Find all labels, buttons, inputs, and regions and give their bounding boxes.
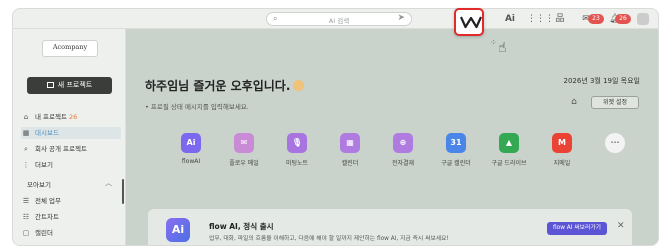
sidebar-item-label: 대시보드 bbox=[35, 129, 59, 137]
app-label: 플로우 메일 bbox=[229, 160, 259, 167]
app-shortcuts: Ai flowAI ✉ 플로우 메일 🎙 미팅노트 ▦ 캘린더 ⊕ 전자결재 31 구글 캘… bbox=[166, 133, 626, 173]
app-meeting-note[interactable]: 🎙 미팅노트 bbox=[272, 133, 322, 167]
flowai-icon: Ai bbox=[181, 133, 201, 153]
apps-grid-icon[interactable]: ⋮⋮⋮ bbox=[527, 12, 554, 26]
greeting-text: 하주임님 즐거운 오후입니다. bbox=[145, 79, 291, 93]
more-vertical-icon: ⋮ bbox=[22, 161, 30, 169]
app-google-drive[interactable]: ▲ 구글 드라이브 bbox=[484, 133, 534, 167]
bell-badge: 26 bbox=[615, 14, 631, 24]
sidebar-item-calendar[interactable]: ▢ 캘린더 bbox=[21, 227, 121, 239]
app-label: 구글 드라이브 bbox=[491, 160, 527, 167]
mail-badge: 23 bbox=[588, 14, 604, 24]
avatar[interactable] bbox=[637, 13, 649, 25]
project-count: 26 bbox=[68, 113, 78, 121]
app-label: flowAI bbox=[181, 158, 201, 165]
widget-settings-button[interactable]: 위젯 설정 bbox=[591, 96, 639, 109]
google-drive-icon: ▲ bbox=[499, 133, 519, 153]
approval-icon: ⊕ bbox=[393, 133, 413, 153]
status-placeholder: 프로필 상태 메시지를 입력해보세요. bbox=[150, 103, 249, 111]
sidebar-item-dashboard[interactable]: ▦ 대시보드 bbox=[21, 127, 121, 139]
app-label: 구글 캘린더 bbox=[441, 160, 471, 167]
flow-ai-banner: Ai flow AI, 정식 출시 업무, 대화, 파일의 흐름을 이해하고, … bbox=[148, 209, 632, 245]
w-logo-icon bbox=[460, 16, 482, 29]
w-logo-button[interactable] bbox=[454, 8, 484, 36]
banner-description: 업무, 대화, 파일의 흐름을 이해하고, 다음에 해야 할 일까지 제안하는 … bbox=[209, 236, 449, 242]
app-flowai[interactable]: Ai flowAI bbox=[166, 133, 216, 165]
section-title: 모아보기 bbox=[27, 181, 51, 189]
app-google-calendar[interactable]: 31 구글 캘린더 bbox=[431, 133, 481, 167]
sidebar-item-label: 전체 업무 bbox=[35, 197, 61, 205]
search-icon: ⌕ bbox=[24, 145, 28, 153]
search-input[interactable]: ⌕ AI 검색 ➤ bbox=[266, 12, 412, 26]
app-label: 미팅노트 bbox=[285, 160, 309, 167]
app-label: 전자결재 bbox=[391, 160, 415, 167]
status-message[interactable]: • 프로필 상태 메시지를 입력해보세요. bbox=[145, 101, 249, 111]
sidebar-item-more[interactable]: ⋮ 더보기 bbox=[21, 159, 121, 171]
sidebar-item-label: 내 프로젝트 bbox=[35, 113, 67, 121]
sidebar-item-my-projects[interactable]: ⌂ 내 프로젝트 26 bbox=[21, 111, 121, 123]
date-label: 2026년 3월 19일 목요일 bbox=[563, 77, 641, 85]
google-calendar-icon: 31 bbox=[446, 133, 466, 153]
widget-settings-label: 위젯 설정 bbox=[603, 99, 627, 106]
greeting-heading: 하주임님 즐거운 오후입니다. bbox=[145, 77, 305, 94]
sidebar-item-label: 캘린더 bbox=[35, 229, 53, 237]
sidebar-item-all-tasks[interactable]: ☰ 전체 업무 bbox=[21, 195, 121, 207]
new-project-icon bbox=[46, 82, 54, 88]
calendar-icon: ▦ bbox=[340, 133, 360, 153]
app-e-approval[interactable]: ⊕ 전자결재 bbox=[378, 133, 428, 167]
chevron-up-icon[interactable]: ︿ bbox=[105, 178, 112, 188]
gantt-icon: ☷ bbox=[22, 213, 30, 221]
dashboard-icon: ▦ bbox=[22, 129, 30, 137]
search-placeholder: AI 검색 bbox=[328, 17, 350, 25]
more-horizontal-icon: ··· bbox=[605, 133, 625, 153]
app-calendar[interactable]: ▦ 캘린더 bbox=[325, 133, 375, 167]
sidebar-scrollbar[interactable] bbox=[122, 179, 124, 204]
close-icon[interactable]: ✕ bbox=[617, 221, 625, 231]
main-content: 하주임님 즐거운 오후입니다. • 프로필 상태 메시지를 입력해보세요. 20… bbox=[126, 29, 658, 245]
new-project-label: 새 프로젝트 bbox=[57, 81, 93, 89]
sidebar-item-gantt[interactable]: ☷ 간트차트 bbox=[21, 211, 121, 223]
new-project-button[interactable]: 새 프로젝트 bbox=[27, 77, 112, 94]
smile-emoji-icon bbox=[293, 80, 305, 91]
try-flow-ai-button[interactable]: flow AI 써보러가기 bbox=[547, 222, 607, 235]
mail-icon: ✉ bbox=[234, 133, 254, 153]
flow-ai-logo-icon: Ai bbox=[166, 218, 190, 242]
sidebar-item-label: 더보기 bbox=[35, 161, 53, 169]
company-logo[interactable]: Acompany bbox=[42, 40, 98, 57]
home-icon[interactable]: ⌂ bbox=[567, 96, 581, 108]
gmail-icon: M bbox=[552, 133, 572, 153]
sidebar-item-label: 회사 공개 프로젝트 bbox=[35, 145, 87, 153]
hand-cursor-icon: ☝︎ bbox=[498, 40, 507, 56]
calendar-icon: ▢ bbox=[22, 229, 30, 237]
sidebar: Acompany 새 프로젝트 ⌂ 내 프로젝트 26 ▦ 대시보드 ⌕ 회사 공개 프… bbox=[13, 29, 126, 245]
org-chart-icon[interactable]: 品 bbox=[553, 12, 567, 26]
click-spark-icon: ⁘ bbox=[490, 38, 497, 47]
microphone-icon: 🎙 bbox=[287, 133, 307, 153]
home-icon: ⌂ bbox=[23, 113, 29, 121]
top-bar: ⌕ AI 검색 ➤ Ai ⋮⋮⋮ 品 ✉ 23 🔔︎ 26 bbox=[13, 9, 658, 29]
app-label: 지메일 bbox=[553, 160, 571, 167]
sidebar-item-public-projects[interactable]: ⌕ 회사 공개 프로젝트 bbox=[21, 143, 121, 155]
app-more[interactable]: ··· bbox=[590, 133, 640, 158]
app-flow-mail[interactable]: ✉ 플로우 메일 bbox=[219, 133, 269, 167]
app-window: ⌕ AI 검색 ➤ Ai ⋮⋮⋮ 品 ✉ 23 🔔︎ 26 Acompany 새… bbox=[12, 8, 659, 246]
app-gmail[interactable]: M 지메일 bbox=[537, 133, 587, 167]
ai-icon[interactable]: Ai bbox=[503, 12, 517, 26]
logo-name: Acompany bbox=[52, 43, 88, 51]
send-icon[interactable]: ➤ bbox=[397, 13, 405, 23]
banner-title: flow AI, 정식 출시 bbox=[209, 222, 274, 231]
app-label: 캘린더 bbox=[341, 160, 359, 167]
sidebar-item-label: 간트차트 bbox=[35, 213, 59, 221]
list-icon: ☰ bbox=[22, 197, 30, 205]
